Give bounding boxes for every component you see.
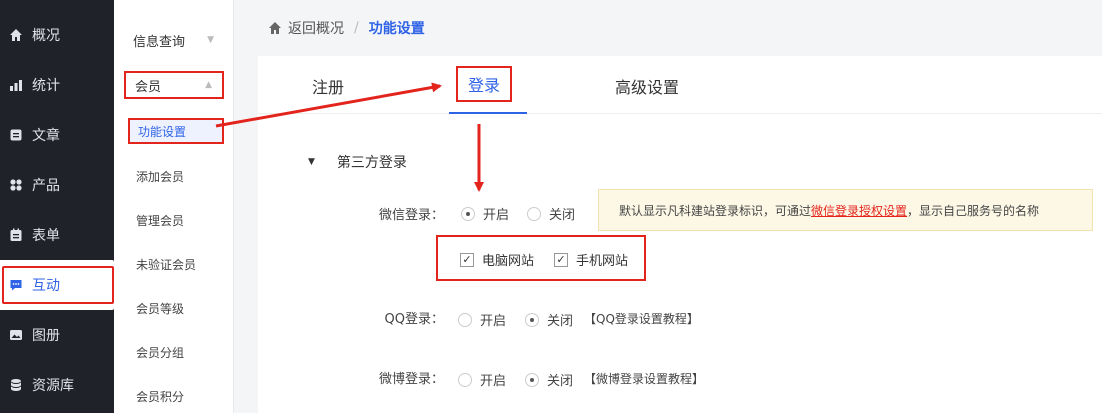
main-sidebar: 概况 统计 文章 产品 表单 互动 图册 资源库 [0, 0, 114, 413]
tip-prefix: 默认显示凡科建站登录标识，可通过 [619, 203, 812, 218]
nav-item-product[interactable]: 产品 [0, 160, 114, 210]
tab-bar: 注册 登录 高级设置 [258, 56, 1102, 114]
qq-on-radio[interactable]: 开启 [458, 310, 506, 329]
subnav-item-add-member[interactable]: 添加会员 [136, 168, 184, 185]
wechat-tip: 默认显示凡科建站登录标识，可通过 微信登录授权设置 ，显示自己服务号的名称 [598, 189, 1093, 231]
subnav-group-label: 信息查询 [133, 34, 186, 50]
wechat-site-options: ✓ 电脑网站 ✓ 手机网站 [436, 235, 646, 281]
weibo-tutorial-link[interactable]: 【微博登录设置教程】 [584, 370, 704, 387]
wechat-off-radio[interactable]: 关闭 [527, 204, 575, 223]
tab-login[interactable]: 登录 [456, 66, 513, 102]
pc-site-checkbox[interactable]: ✓ 电脑网站 [460, 250, 534, 269]
nav-item-label: 表单 [32, 228, 60, 244]
section-title: 第三方登录 [336, 155, 407, 171]
qq-tutorial-link[interactable]: 【QQ登录设置教程】 [584, 310, 699, 327]
nav-item-overview[interactable]: 概况 [0, 10, 114, 60]
radio-dot [525, 312, 539, 327]
sub-sidebar: 信息查询 ▼ 会员 ▲ 功能设置 添加会员 管理会员 未验证会员 会员等级 会员… [114, 0, 234, 413]
subnav-item-function-settings[interactable]: 功能设置 [128, 118, 224, 144]
subnav-item-manage-members[interactable]: 管理会员 [136, 212, 184, 229]
album-icon [8, 327, 24, 343]
checkbox-label: 手机网站 [576, 254, 629, 269]
nav-item-label: 统计 [32, 78, 60, 94]
checkbox-label: 电脑网站 [482, 254, 535, 269]
active-tab-indicator [449, 112, 527, 114]
checkmark-icon: ✓ [460, 252, 474, 267]
radio-dot [525, 372, 539, 387]
chevron-up-icon: ▲ [205, 80, 212, 90]
qq-login-label: QQ登录： [384, 312, 444, 327]
form-icon [8, 227, 24, 243]
nav-item-label: 产品 [32, 178, 60, 194]
stats-icon [8, 77, 24, 93]
product-icon [8, 177, 24, 193]
mobile-site-checkbox[interactable]: ✓ 手机网站 [554, 250, 628, 269]
subnav-item-unverified-members[interactable]: 未验证会员 [136, 256, 196, 273]
breadcrumb-back-link[interactable]: 返回概况 [288, 18, 344, 38]
tip-suffix: ，显示自己服务号的名称 [907, 203, 1040, 218]
nav-item-label: 资源库 [32, 378, 74, 394]
qq-off-radio[interactable]: 关闭 [525, 310, 573, 329]
radio-label: 开启 [480, 314, 507, 329]
tab-register[interactable]: 注册 [312, 74, 344, 98]
nav-item-article[interactable]: 文章 [0, 110, 114, 160]
breadcrumb: 返回概况 / 功能设置 [234, 0, 1102, 56]
nav-item-stats[interactable]: 统计 [0, 60, 114, 110]
chevron-down-icon: ▼ [207, 35, 214, 45]
radio-dot [527, 206, 541, 221]
subnav-group-info-query[interactable]: 信息查询 ▼ [124, 26, 224, 54]
home-icon[interactable] [268, 21, 282, 35]
content-gutter [234, 56, 258, 413]
subnav-group-member[interactable]: 会员 ▲ [124, 71, 224, 99]
nav-item-label: 图册 [32, 328, 60, 344]
breadcrumb-separator: / [354, 20, 359, 36]
radio-dot [461, 206, 475, 221]
tab-advanced-settings[interactable]: 高级设置 [615, 74, 679, 98]
nav-item-form[interactable]: 表单 [0, 210, 114, 260]
collapse-caret-icon: ▼ [308, 157, 315, 167]
subnav-item-member-groups[interactable]: 会员分组 [136, 344, 184, 361]
subnav-item-member-points[interactable]: 会员积分 [136, 388, 184, 405]
database-icon [8, 377, 24, 393]
weibo-login-label: 微博登录： [378, 372, 444, 387]
radio-label: 开启 [483, 208, 510, 223]
section-third-party-login[interactable]: ▼ 第三方登录 [308, 152, 407, 172]
main-content: 注册 登录 高级设置 ▼ 第三方登录 微信登录： 开启 关闭 默认显示凡科建站登… [258, 56, 1102, 413]
radio-label: 关闭 [549, 208, 576, 223]
subnav-item-member-levels[interactable]: 会员等级 [136, 300, 184, 317]
annotation-highlight-box [2, 266, 114, 304]
radio-label: 关闭 [547, 374, 574, 389]
breadcrumb-current: 功能设置 [368, 21, 425, 37]
wechat-login-label: 微信登录： [378, 208, 444, 223]
nav-item-interaction[interactable]: 互动 [0, 260, 114, 310]
radio-dot [458, 372, 472, 387]
wechat-on-radio[interactable]: 开启 [461, 204, 509, 223]
checkmark-icon: ✓ [554, 252, 568, 267]
weibo-off-radio[interactable]: 关闭 [525, 370, 573, 389]
weibo-on-radio[interactable]: 开启 [458, 370, 506, 389]
article-icon [8, 127, 24, 143]
wechat-auth-settings-link[interactable]: 微信登录授权设置 [811, 202, 907, 219]
nav-item-label: 概况 [32, 28, 60, 44]
radio-label: 关闭 [547, 314, 574, 329]
nav-item-label: 文章 [32, 128, 60, 144]
home-icon [8, 27, 24, 43]
nav-item-album[interactable]: 图册 [0, 310, 114, 360]
radio-dot [458, 312, 472, 327]
subnav-group-label: 会员 [135, 79, 162, 95]
radio-label: 开启 [480, 374, 507, 389]
nav-item-resources[interactable]: 资源库 [0, 360, 114, 410]
